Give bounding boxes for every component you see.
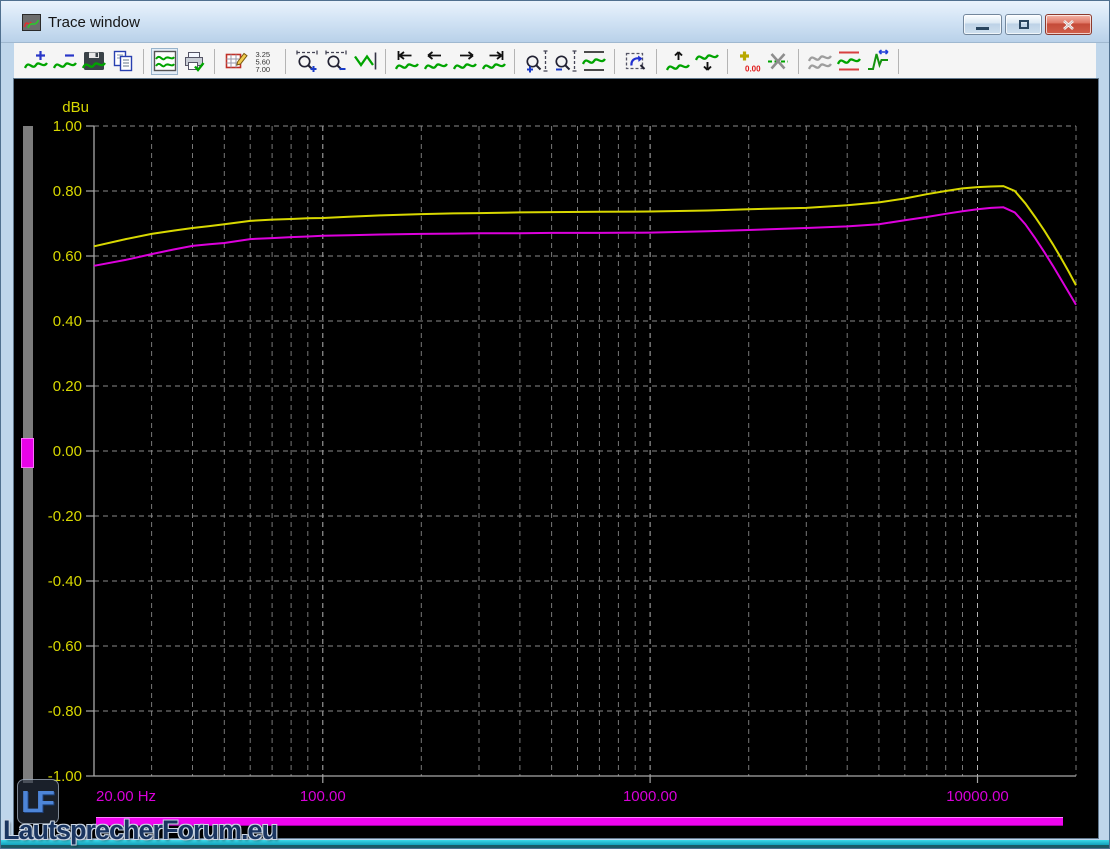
y-axis-tick-label: -1.00	[48, 768, 82, 785]
copy-trace-button[interactable]	[109, 48, 136, 75]
show-value-list-icon: 3.255.607.00	[253, 49, 277, 73]
toolbar-separator	[614, 49, 615, 74]
fit-horizontal-icon	[353, 49, 377, 73]
x-axis-tick-label: 100.00	[300, 788, 346, 805]
toolbar-separator	[656, 49, 657, 74]
y-axis-tick-label: 0.80	[53, 183, 82, 200]
toolbar-separator	[514, 49, 515, 74]
scroll-full-left-button[interactable]	[393, 48, 420, 75]
move-trace-up-button[interactable]	[664, 48, 691, 75]
toolbar-separator	[285, 49, 286, 74]
fit-vertical-icon	[582, 49, 606, 73]
maximize-button[interactable]	[1005, 14, 1042, 35]
print-trace-button[interactable]	[180, 48, 207, 75]
zoom-out-vertical-button[interactable]	[551, 48, 578, 75]
scroll-right-button[interactable]	[451, 48, 478, 75]
add-trace-button[interactable]	[22, 48, 49, 75]
zoom-out-horizontal-icon	[324, 49, 348, 73]
scroll-full-right-button[interactable]	[480, 48, 507, 75]
scroll-full-left-icon	[395, 49, 419, 73]
zoom-selection-icon	[624, 49, 648, 73]
compare-traces-icon	[808, 49, 832, 73]
scroll-right-icon	[453, 49, 477, 73]
trace-window: Trace window 3.255.607.00 0.00 1.00 0.80 0.…	[0, 0, 1110, 849]
x-axis-tick-label: 10000.00	[946, 788, 1009, 805]
svg-text:7.00: 7.00	[255, 65, 270, 73]
bottom-teal-strip	[1, 845, 1109, 849]
close-button[interactable]	[1045, 14, 1092, 35]
x-axis-tick-label: 20.00 Hz	[96, 788, 156, 805]
save-trace-icon	[82, 49, 106, 73]
move-trace-down-button[interactable]	[693, 48, 720, 75]
toolbar-separator	[214, 49, 215, 74]
trace-display-icon	[153, 49, 177, 73]
edit-trace-values-button[interactable]	[222, 48, 249, 75]
subtract-trace-icon	[53, 49, 77, 73]
scroll-full-right-icon	[482, 49, 506, 73]
reset-offset-button[interactable]: 0.00	[735, 48, 762, 75]
copy-trace-icon	[111, 49, 135, 73]
y-axis-tick-label: -0.20	[48, 508, 82, 525]
zoom-in-vertical-icon	[524, 49, 548, 73]
fit-vertical-button[interactable]	[580, 48, 607, 75]
y-axis-tick-label: -0.60	[48, 638, 82, 655]
compare-traces-button	[806, 48, 833, 75]
toolbar-separator	[798, 49, 799, 74]
y-axis-tick-label: -0.80	[48, 703, 82, 720]
plot-area: 1.00 0.80 0.60 0.40 0.20 0.00 -0.20 -0.40 -0.60 -…	[14, 79, 1098, 838]
y-axis-tick-label: 0.40	[53, 313, 82, 330]
tolerance-limits-button[interactable]	[835, 48, 862, 75]
zoom-in-horizontal-icon	[295, 49, 319, 73]
minimize-icon	[976, 27, 989, 30]
window-icon	[22, 14, 41, 31]
y-axis-tick-label: -0.40	[48, 573, 82, 590]
zoom-out-vertical-icon	[553, 49, 577, 73]
close-icon	[1063, 20, 1074, 30]
x-axis-tick-label: 1000.00	[623, 788, 677, 805]
minimize-button[interactable]	[963, 14, 1002, 35]
scroll-left-icon	[424, 49, 448, 73]
clear-offset-icon	[766, 49, 790, 73]
toolbar-separator	[385, 49, 386, 74]
zoom-selection-button[interactable]	[622, 48, 649, 75]
clear-offset-button[interactable]	[764, 48, 791, 75]
trace-display-button[interactable]	[151, 48, 178, 75]
toolbar-separator	[143, 49, 144, 74]
title-bar: Trace window	[1, 1, 1109, 43]
move-trace-up-icon	[666, 49, 690, 73]
y-axis-tick-label: 1.00	[53, 118, 82, 135]
time-shift-icon	[866, 49, 890, 73]
edit-trace-values-icon	[224, 49, 248, 73]
toolbar: 3.255.607.00 0.00	[14, 43, 1096, 79]
toolbar-separator	[727, 49, 728, 74]
y-axis-unit-label: dBu	[62, 99, 89, 116]
reset-offset-icon: 0.00	[737, 49, 761, 73]
window-title: Trace window	[48, 14, 140, 31]
horizontal-scrollbar[interactable]	[96, 817, 1063, 826]
caption-buttons	[960, 14, 1092, 35]
save-trace-button[interactable]	[80, 48, 107, 75]
print-trace-icon	[182, 49, 206, 73]
offset-slider-thumb[interactable]	[21, 438, 34, 468]
y-axis-tick-label: 0.00	[53, 443, 82, 460]
trace-1-yellow	[94, 186, 1076, 285]
y-axis-tick-label: 0.60	[53, 248, 82, 265]
svg-text:0.00: 0.00	[745, 65, 761, 74]
trace-plot: 1.00 0.80 0.60 0.40 0.20 0.00 -0.20 -0.40 -0.60 -…	[14, 79, 1098, 838]
y-axis-tick-label: 0.20	[53, 378, 82, 395]
move-trace-down-icon	[695, 49, 719, 73]
zoom-in-horizontal-button[interactable]	[293, 48, 320, 75]
tolerance-limits-icon	[837, 49, 861, 73]
maximize-icon	[1019, 20, 1029, 29]
show-value-list-button[interactable]: 3.255.607.00	[251, 48, 278, 75]
subtract-trace-button[interactable]	[51, 48, 78, 75]
zoom-out-horizontal-button[interactable]	[322, 48, 349, 75]
scroll-left-button[interactable]	[422, 48, 449, 75]
fit-horizontal-button[interactable]	[351, 48, 378, 75]
zoom-in-vertical-button[interactable]	[522, 48, 549, 75]
time-shift-button[interactable]	[864, 48, 891, 75]
toolbar-separator	[898, 49, 899, 74]
add-trace-icon	[24, 49, 48, 73]
